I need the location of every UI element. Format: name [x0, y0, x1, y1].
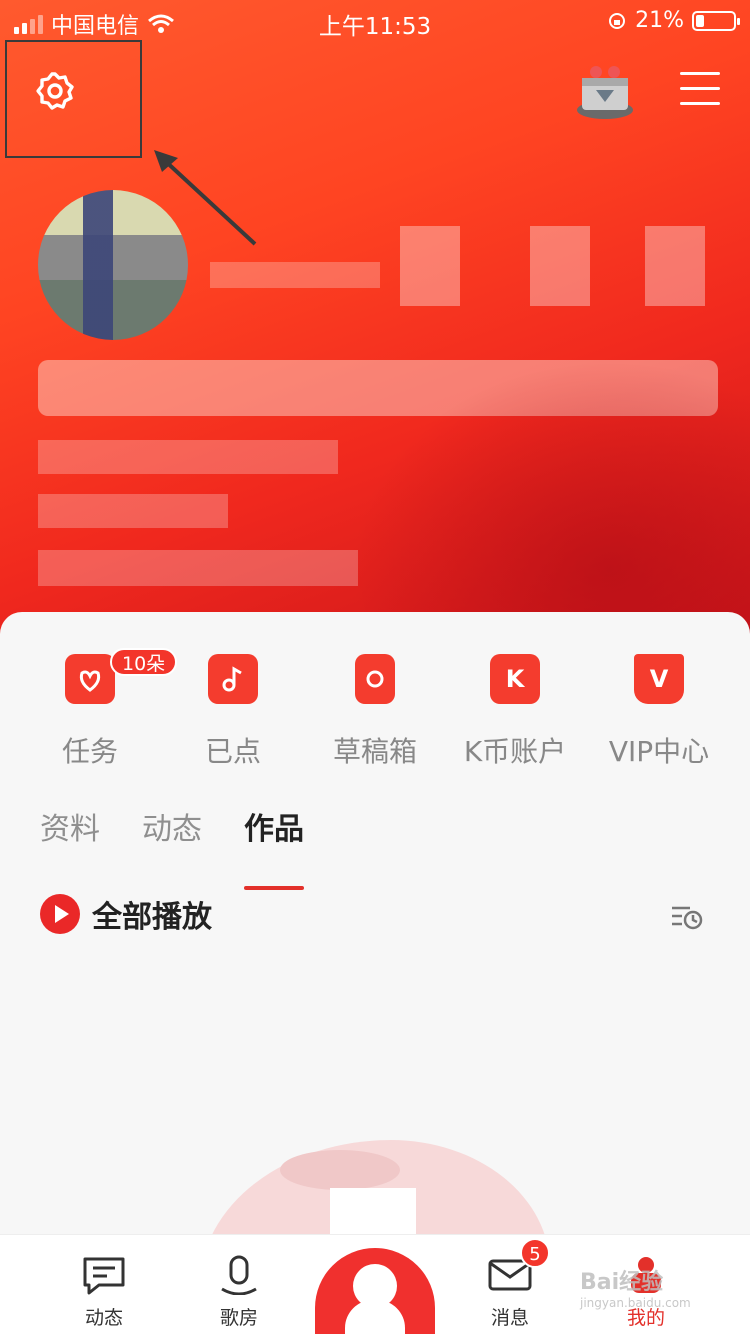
k-coin-icon: K [490, 654, 540, 704]
tab-activity[interactable]: 动态 [142, 804, 202, 874]
vip-crown-icon: V [634, 654, 684, 704]
quick-action-label: 已点 [204, 735, 261, 768]
message-count-badge: 5 [520, 1238, 550, 1268]
blurred-stat [530, 226, 590, 306]
orientation-lock-icon [609, 12, 626, 29]
history-list-icon[interactable] [670, 902, 704, 932]
feed-chat-icon [83, 1257, 125, 1295]
blurred-username [210, 262, 380, 288]
play-all-button[interactable]: 全部播放 [40, 892, 212, 936]
quick-action-vip[interactable]: V VIP中心 [584, 654, 734, 770]
quick-action-label: 草稿箱 [332, 735, 417, 768]
quick-action-label: VIP中心 [608, 735, 710, 768]
task-badge: 10朵 [110, 648, 178, 676]
status-bar: 中国电信 上午11:53 21% [0, 0, 750, 42]
nav-messages[interactable]: 消息 [460, 1255, 560, 1330]
play-icon [40, 894, 80, 934]
blurred-signature [38, 360, 718, 416]
nav-label: 动态 [84, 1307, 123, 1329]
nav-label: 歌房 [219, 1307, 258, 1329]
battery-icon [692, 10, 740, 31]
quick-action-kcoin[interactable]: K K币账户 [440, 654, 590, 770]
microphone-icon [221, 1255, 257, 1295]
task-flower-icon [65, 654, 115, 704]
nav-karaoke-room[interactable]: 歌房 [189, 1255, 289, 1330]
annotation-arrow [154, 150, 257, 246]
nav-feed[interactable]: 动态 [54, 1255, 154, 1330]
menu-icon[interactable] [680, 72, 720, 108]
quick-action-drafts[interactable]: 草稿箱 [300, 654, 450, 770]
blurred-line [38, 550, 358, 586]
quick-action-label: K币账户 [463, 735, 567, 768]
blurred-line [38, 440, 338, 474]
blurred-line [38, 494, 228, 528]
blurred-stat [400, 226, 460, 306]
quick-action-ordered[interactable]: 已点 [158, 654, 308, 770]
blurred-stat [645, 226, 705, 306]
battery-percent: 21% [635, 8, 684, 33]
draft-record-icon [355, 654, 395, 704]
nav-label: 消息 [490, 1307, 529, 1329]
tab-profile-info[interactable]: 资料 [40, 804, 100, 874]
quick-action-label: 任务 [61, 735, 118, 768]
gear-icon[interactable] [34, 70, 76, 112]
quick-actions-row: 任务 已点 草稿箱 K K币账户 V VIP中心 [0, 654, 750, 774]
profile-tabs: 资料 动态 作品 [40, 804, 304, 890]
tab-works[interactable]: 作品 [244, 804, 304, 890]
baidu-jingyan-watermark: Bai经验 jingyan.baidu.com [580, 1270, 691, 1310]
gift-box-icon[interactable] [574, 60, 636, 122]
play-all-label: 全部播放 [92, 900, 212, 935]
music-note-icon [208, 654, 258, 704]
